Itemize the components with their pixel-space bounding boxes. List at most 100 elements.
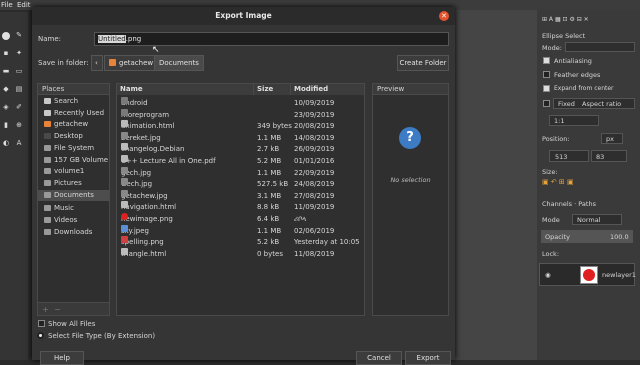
visibility-eye-icon[interactable]: ◉ xyxy=(545,271,551,279)
fuzzy-select-tool-icon[interactable]: ✦ xyxy=(15,50,23,57)
bucket-fill-tool-icon[interactable]: ◈ xyxy=(2,104,10,111)
position-label: Position: xyxy=(542,135,570,143)
sidebar-item-pictures[interactable]: Pictures xyxy=(38,178,109,189)
ellipse-select-tool-icon[interactable] xyxy=(2,32,10,40)
file-row[interactable]: bereket.jpg 1.1 MB 14/08/2019 xyxy=(117,131,364,144)
column-size[interactable]: Size xyxy=(254,84,291,95)
file-row[interactable]: spelling.png 5.2 kB Yesterday at 10:05 xyxy=(117,236,364,248)
help-button[interactable]: Help xyxy=(40,351,84,365)
sidebar-item-file-system[interactable]: File System xyxy=(38,143,109,154)
folder-icon xyxy=(121,97,128,104)
file-row[interactable]: gech.jpg 1.1 MB 22/09/2019 xyxy=(117,166,364,179)
tool-options-tabs[interactable]: ⊞ A ▦ ⊡ ⚙ ⊟ ✕ xyxy=(542,16,589,23)
image-file-icon xyxy=(121,236,128,244)
tab-channels[interactable]: Channels xyxy=(542,200,572,208)
filename-input[interactable]: Untitled.png xyxy=(94,32,449,46)
file-modified: 10/09/2019 xyxy=(294,99,335,107)
free-select-tool-icon[interactable]: ✎ xyxy=(15,32,23,39)
position-unit-dropdown[interactable]: px xyxy=(601,133,623,144)
menu-edit[interactable]: Edit xyxy=(17,1,31,9)
close-icon[interactable]: ✕ xyxy=(439,11,449,21)
file-row[interactable]: navigation.html 8.8 kB 11/09/2019 xyxy=(117,201,364,213)
file-row[interactable]: moreprogram 23/09/2019 xyxy=(117,108,364,121)
paintbrush-tool-icon[interactable]: ✐ xyxy=(15,104,23,111)
remove-bookmark-icon[interactable]: − xyxy=(54,305,61,314)
file-row[interactable]: triangle.html 0 bytes 11/08/2019 xyxy=(117,247,364,260)
opacity-slider[interactable]: Opacity 100.0 xyxy=(541,230,633,243)
sidebar-item-recently-used[interactable]: Recently Used xyxy=(38,108,109,119)
path-button-documents[interactable]: Documents xyxy=(154,55,204,71)
file-size: 349 bytes xyxy=(257,122,292,131)
eraser-tool-icon[interactable]: ▮ xyxy=(2,122,10,129)
tool-options-footer-icons[interactable]: ▣ ↶ ⊞ ▣ xyxy=(542,178,574,186)
gimp-wilber-icon: ? xyxy=(399,127,421,149)
feather-checkbox[interactable] xyxy=(543,71,550,78)
text-tool-icon[interactable]: A xyxy=(15,140,23,147)
file-row[interactable]: Gech.jpg 527.5 kB 24/08/2019 xyxy=(117,178,364,190)
sidebar-item-music[interactable]: Music xyxy=(38,203,109,214)
sidebar-item-search[interactable]: Search xyxy=(38,96,109,107)
file-row[interactable]: newimage.png 6.4 kB ሪቦላ xyxy=(117,213,364,225)
fixed-checkbox[interactable] xyxy=(543,100,550,107)
column-name[interactable]: Name xyxy=(117,84,254,95)
create-folder-button[interactable]: Create Folder xyxy=(397,55,449,71)
move-tool-icon[interactable]: ▬ xyxy=(2,68,10,75)
scale-tool-icon[interactable]: ◆ xyxy=(2,86,10,93)
file-size: 1.1 MB xyxy=(257,226,282,235)
tool-options-title: Ellipse Select xyxy=(542,32,586,40)
expand-label: Expand from center xyxy=(554,85,614,92)
path-back-button[interactable]: ‹ xyxy=(91,55,103,71)
menu-file[interactable]: File xyxy=(1,1,13,9)
file-row[interactable]: C++ Lecture All in One.pdf 5.2 MB 01/01/20… xyxy=(117,155,364,167)
sidebar-item-getachew[interactable]: getachew xyxy=(38,119,109,130)
antialiasing-checkbox[interactable] xyxy=(543,57,550,64)
ratio-field[interactable]: 1:1 xyxy=(549,115,599,126)
select-file-type-label[interactable]: Select File Type (By Extension) xyxy=(48,332,155,340)
lock-label: Lock: xyxy=(542,250,560,258)
sidebar-item-volume1[interactable]: volume1 xyxy=(38,166,109,177)
add-bookmark-icon[interactable]: + xyxy=(42,305,49,314)
cancel-button[interactable]: Cancel xyxy=(356,351,402,365)
sidebar-item-label: Music xyxy=(54,204,74,213)
file-type-expander[interactable] xyxy=(37,332,44,339)
position-y-field[interactable]: 83 xyxy=(591,150,627,162)
expand-checkbox[interactable] xyxy=(543,85,550,92)
show-all-files-checkbox[interactable] xyxy=(38,320,45,327)
file-row[interactable]: android 10/09/2019 xyxy=(117,97,364,109)
layer-mode-label: Mode xyxy=(542,216,560,224)
file-row[interactable]: changelog.Debian 2.7 kB 26/09/2019 xyxy=(117,143,364,155)
fixed-aspect-dropdown[interactable]: Fixed Aspect ratio xyxy=(553,98,635,109)
path-button-getachew[interactable]: getachew xyxy=(104,55,159,71)
file-row[interactable]: animation.html 349 bytes 20/08/2019 xyxy=(117,120,364,132)
file-name: navigation.html xyxy=(121,203,177,212)
file-name-cell: triangle.html xyxy=(121,247,166,260)
export-button[interactable]: Export xyxy=(405,351,451,365)
sidebar-item-downloads[interactable]: Downloads xyxy=(38,227,109,238)
dialog-title: Export Image xyxy=(215,11,272,20)
flip-tool-icon[interactable]: ▤ xyxy=(15,86,23,93)
sidebar-item-label: 157 GB Volume xyxy=(54,155,109,164)
position-x-field[interactable]: 513 xyxy=(549,150,589,162)
layer-row[interactable]: ◉ newlayer1 xyxy=(539,263,636,286)
image-canvas[interactable] xyxy=(455,10,537,360)
tab-paths[interactable]: Paths xyxy=(578,200,596,208)
file-row[interactable]: sky.jpeg 1.1 MB 02/06/2019 xyxy=(117,224,364,237)
crop-tool-icon[interactable]: ▪ xyxy=(2,50,10,57)
layer-name[interactable]: newlayer1 xyxy=(602,271,636,279)
layer-thumbnail xyxy=(580,266,598,284)
clone-tool-icon[interactable]: ⊕ xyxy=(15,122,23,129)
file-row[interactable]: getachew.jpg 3.1 MB 27/08/2019 xyxy=(117,189,364,202)
filename-selected-text: Untitled xyxy=(98,35,126,43)
dodge-tool-icon[interactable]: ◐ xyxy=(2,140,10,147)
sidebar-item-157-gb-volume[interactable]: 157 GB Volume xyxy=(38,155,109,166)
align-tool-icon[interactable]: ▭ xyxy=(15,68,23,75)
sidebar-item-videos[interactable]: Videos xyxy=(38,215,109,226)
sidebar-item-desktop[interactable]: Desktop xyxy=(38,131,109,142)
selection-mode-buttons[interactable] xyxy=(565,42,635,52)
layers-tabs[interactable]: Channels · Paths xyxy=(542,200,596,208)
ratio-value: 1:1 xyxy=(554,117,565,125)
no-selection-text: No selection xyxy=(390,176,431,184)
sidebar-item-documents[interactable]: Documents xyxy=(38,189,109,201)
column-modified[interactable]: Modified xyxy=(291,84,364,95)
layer-mode-dropdown[interactable]: Normal xyxy=(572,214,622,225)
